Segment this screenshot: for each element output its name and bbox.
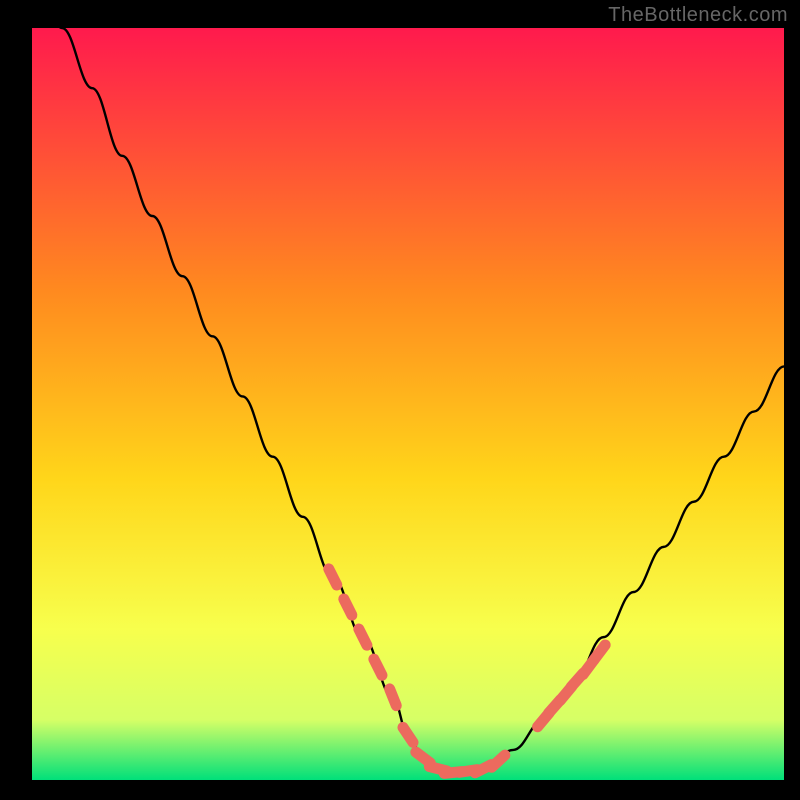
watermark-text: TheBottleneck.com bbox=[608, 4, 788, 27]
plot-area bbox=[32, 28, 784, 780]
highlight-dash bbox=[344, 599, 352, 615]
chart-svg bbox=[32, 28, 784, 780]
highlight-dash bbox=[359, 629, 367, 645]
gradient-background bbox=[32, 28, 784, 780]
highlight-dash bbox=[390, 689, 397, 706]
highlight-dash bbox=[329, 569, 337, 585]
chart-stage: TheBottleneck.com bbox=[0, 0, 800, 800]
highlight-dash bbox=[374, 659, 382, 675]
